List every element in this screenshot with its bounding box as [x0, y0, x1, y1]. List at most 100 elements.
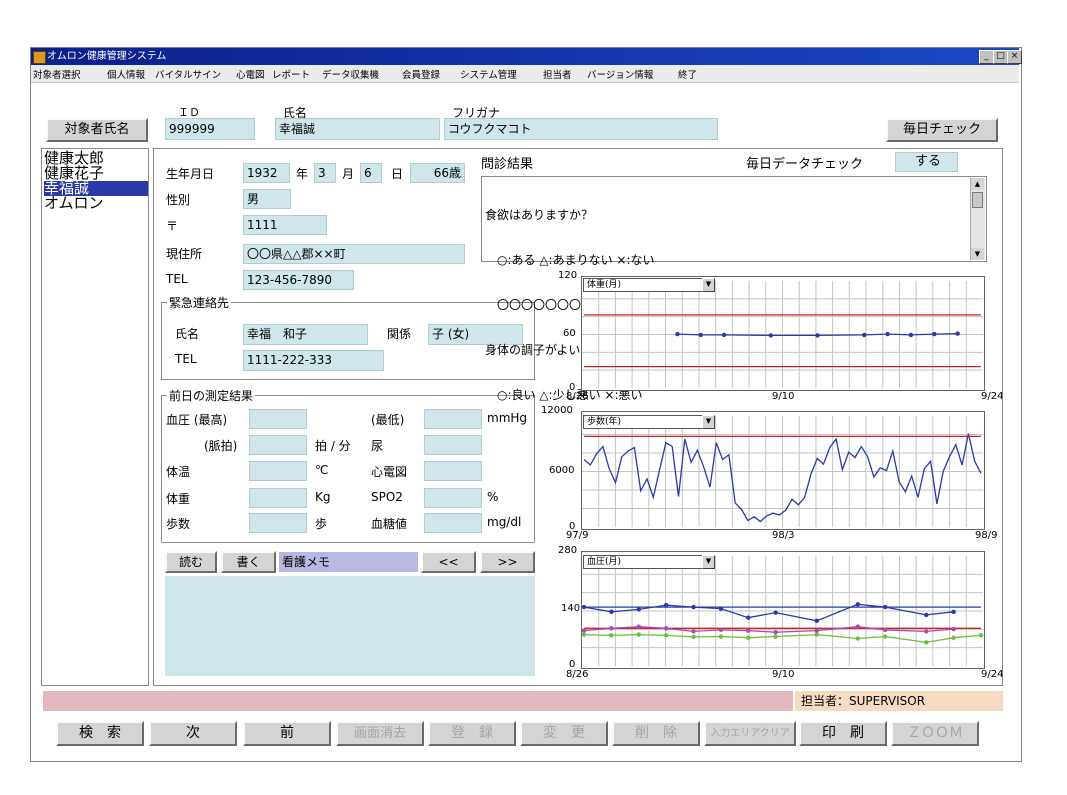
temp-unit: ℃: [315, 463, 329, 477]
close-icon[interactable]: ×: [1007, 50, 1022, 64]
scroll-thumb[interactable]: [972, 192, 983, 208]
menu-member-register[interactable]: 会員登録: [402, 67, 440, 81]
search-button[interactable]: 検 索: [56, 721, 144, 746]
interview-line: 食欲はありますか？: [485, 208, 594, 222]
memo-next-button[interactable]: >>: [480, 551, 535, 573]
bp-data-point: [636, 624, 641, 629]
minimize-icon[interactable]: _: [979, 50, 994, 64]
glucose-field[interactable]: [424, 513, 482, 533]
title-bar: オムロン健康管理システム _ □ ×: [31, 48, 1022, 65]
bp-data-point: [882, 627, 888, 633]
sex-field[interactable]: 男: [243, 189, 291, 209]
temp-field[interactable]: [249, 461, 307, 481]
bp-data-point: [924, 640, 929, 645]
menu-personal-info[interactable]: 個人情報: [107, 67, 145, 81]
furigana-field[interactable]: コウフクマコト: [444, 118, 718, 140]
bp-high-field[interactable]: [249, 409, 307, 429]
bp-data-point: [814, 628, 819, 633]
tel-label: TEL: [166, 272, 188, 286]
memo-read-button[interactable]: 読む: [165, 551, 217, 573]
menu-data-collector[interactable]: データ収集機: [322, 67, 379, 81]
zoom-button[interactable]: ＺＯＯＭ: [891, 721, 979, 746]
bp-data-point: [663, 626, 669, 631]
birth-month-field[interactable]: 3: [314, 163, 336, 183]
bp-data-point: [951, 635, 956, 640]
spo2-label: SPO2: [371, 490, 403, 504]
bp-xtick: 9/24: [981, 669, 1004, 680]
subject-item[interactable]: オムロン: [44, 196, 148, 211]
subject-name-button[interactable]: 対象者氏名: [46, 118, 148, 142]
steps-label: 歩数: [166, 517, 191, 531]
maximize-icon[interactable]: □: [993, 50, 1008, 64]
emergency-name-field[interactable]: 幸福 和子: [243, 324, 368, 345]
birth-day-field[interactable]: 6: [360, 163, 382, 183]
address-field[interactable]: 〇〇県△△郡××町: [243, 244, 465, 264]
bp-data-point: [636, 632, 641, 637]
menu-report[interactable]: レポート: [272, 67, 310, 81]
input-area-clear-button[interactable]: 入力エリアクリア: [704, 721, 796, 746]
tel-field[interactable]: 123-456-7890: [243, 270, 354, 290]
emergency-title: 緊急連絡先: [167, 294, 232, 311]
menu-vital-signs[interactable]: バイタルサイン: [155, 67, 221, 81]
bp-chart-dropdown[interactable]: 血圧(月): [583, 555, 703, 569]
bp-data-point: [855, 602, 860, 607]
steps-field[interactable]: [249, 513, 307, 533]
scroll-down-icon[interactable]: ▼: [971, 248, 984, 260]
print-button[interactable]: 印 刷: [799, 721, 887, 746]
emergency-tel-field[interactable]: 1111-222-333: [243, 350, 384, 371]
spo2-field[interactable]: [424, 488, 482, 508]
steps-xtick: 98/9: [975, 530, 998, 541]
bp-data-point: [718, 606, 724, 611]
weight-dropdown-arrow-icon[interactable]: ▼: [702, 278, 715, 292]
weight-data-point: [862, 332, 867, 338]
menu-subject-select[interactable]: 対象者選択: [33, 67, 81, 81]
operator-status: 担当者：SUPERVISOR: [795, 691, 1003, 711]
ecg-field[interactable]: [424, 461, 482, 481]
birthdate-label: 生年月日: [166, 167, 215, 181]
steps-chart-dropdown[interactable]: 歩数(年): [583, 415, 703, 429]
delete-button[interactable]: 削 除: [612, 721, 700, 746]
bp-data-point: [746, 615, 751, 620]
glucose-unit: mg/dl: [487, 515, 522, 529]
bp-dropdown-arrow-icon[interactable]: ▼: [702, 555, 715, 569]
memo-label: 看護メモ: [279, 552, 418, 572]
memo-prev-button[interactable]: <<: [421, 551, 476, 573]
daily-check-button[interactable]: 毎日チェック: [886, 118, 998, 142]
zip-field[interactable]: 1111: [243, 215, 327, 235]
steps-chart-plot: [582, 416, 983, 527]
bp-low-field[interactable]: [424, 409, 482, 429]
menu-version-info[interactable]: バージョン情報: [587, 67, 653, 81]
birth-year-field[interactable]: 1932: [243, 163, 290, 183]
bp-data-point: [609, 626, 614, 631]
bp-data-point: [924, 612, 929, 618]
menu-operator[interactable]: 担当者: [543, 67, 572, 81]
interview-line: ○:ある △:あまりない ×:ない: [485, 253, 655, 267]
next-button[interactable]: 次: [149, 721, 237, 746]
interview-scrollbar[interactable]: ▲ ▼: [970, 178, 985, 260]
memo-textarea[interactable]: [165, 576, 535, 676]
previous-button[interactable]: 前: [243, 721, 331, 746]
pulse-field[interactable]: [249, 435, 307, 455]
weight-data-point: [885, 331, 890, 337]
day-unit: 日: [391, 167, 404, 181]
steps-dropdown-arrow-icon[interactable]: ▼: [702, 415, 715, 429]
clear-screen-button[interactable]: 画面消去: [336, 721, 424, 746]
menu-system-admin[interactable]: システム管理: [460, 67, 517, 81]
menu-exit[interactable]: 終了: [678, 67, 697, 81]
bp-data-point: [882, 604, 888, 610]
weight-field[interactable]: [249, 488, 307, 508]
weight-label: 体重: [166, 492, 191, 506]
name-field[interactable]: 幸福誠: [275, 118, 440, 140]
bp-data-point: [978, 633, 984, 638]
id-field[interactable]: 999999: [165, 118, 255, 140]
memo-write-button[interactable]: 書く: [221, 551, 276, 573]
menu-ecg[interactable]: 心電図: [236, 67, 265, 81]
bp-data-point: [691, 629, 696, 634]
pulse-unit: 拍 / 分: [315, 439, 351, 453]
scroll-up-icon[interactable]: ▲: [971, 178, 984, 190]
urine-field[interactable]: [424, 435, 482, 455]
change-button[interactable]: 変 更: [520, 721, 608, 746]
daily-data-check-value[interactable]: する: [895, 152, 958, 172]
weight-chart-dropdown[interactable]: 体重(月): [583, 278, 703, 292]
register-button[interactable]: 登 録: [428, 721, 516, 746]
